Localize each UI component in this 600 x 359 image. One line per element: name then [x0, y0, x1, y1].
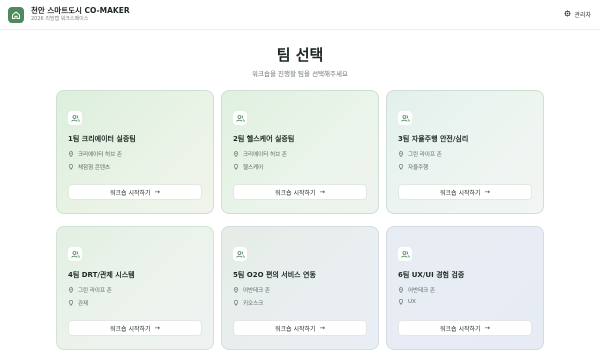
team-card-1[interactable]: 1팀 크리에이터 실증팀 크리에이터 허브 존 체험형 콘텐츠 워크숍 시작하기… [56, 90, 214, 214]
users-icon [233, 111, 247, 125]
map-pin-icon [68, 151, 74, 157]
brand: 천안 스마트도시 CO-MAKER 2026 리빙랩 워크스페이스 [31, 7, 130, 22]
lightbulb-icon [233, 300, 239, 306]
team-title: 1팀 크리에이터 실증팀 [68, 135, 136, 143]
team-topic-label: 관제 [78, 301, 89, 307]
app-header: 천안 스마트도시 CO-MAKER 2026 리빙랩 워크스페이스 관리자 [0, 0, 600, 30]
team-topic: 키오스크 [233, 299, 367, 307]
arrow-right-icon: → [154, 324, 160, 332]
start-workshop-button[interactable]: 워크숍 시작하기 → [398, 320, 532, 336]
team-topic: 헬스케어 [233, 163, 367, 171]
team-title: 3팀 자율주행 안전/심리 [398, 135, 469, 143]
lightbulb-icon [398, 164, 404, 170]
lightbulb-icon [68, 300, 74, 306]
arrow-right-icon: → [484, 324, 490, 332]
team-topic: 자율주행 [398, 163, 532, 171]
users-icon [68, 111, 82, 125]
start-workshop-button[interactable]: 워크숍 시작하기 → [68, 184, 202, 200]
team-topic-label: 키오스크 [243, 301, 264, 307]
arrow-right-icon: → [484, 188, 490, 196]
start-workshop-label: 워크숍 시작하기 [439, 189, 481, 197]
team-topic: UX [398, 299, 532, 305]
team-topic: 체험형 콘텐츠 [68, 163, 202, 171]
users-icon [398, 247, 412, 261]
home-icon [8, 6, 24, 23]
start-workshop-button[interactable]: 워크숍 시작하기 → [398, 184, 532, 200]
start-workshop-button[interactable]: 워크숍 시작하기 → [233, 320, 367, 336]
team-zone-label: 그린 라이프 존 [408, 152, 442, 158]
users-icon [233, 247, 247, 261]
team-zone-label: 그린 라이프 존 [78, 288, 112, 294]
lightbulb-icon [68, 164, 74, 170]
start-workshop-button[interactable]: 워크숍 시작하기 → [233, 184, 367, 200]
map-pin-icon [68, 287, 74, 293]
team-title: 2팀 헬스케어 실증팀 [233, 135, 295, 143]
users-icon [398, 111, 412, 125]
team-zone-label: 크리에이터 허브 존 [243, 152, 287, 158]
team-grid: 1팀 크리에이터 실증팀 크리에이터 허브 존 체험형 콘텐츠 워크숍 시작하기… [56, 90, 544, 350]
map-pin-icon [398, 287, 404, 293]
admin-label: 관리자 [574, 12, 591, 19]
lightbulb-icon [233, 164, 239, 170]
team-card-3[interactable]: 3팀 자율주행 안전/심리 그린 라이프 존 자율주행 워크숍 시작하기 → [386, 90, 544, 214]
team-title: 5팀 O2O 편의 서비스 연동 [233, 271, 316, 279]
team-topic-label: 자율주행 [408, 165, 429, 171]
team-zone: 어반테크 존 [398, 286, 532, 294]
team-zone-label: 크리에이터 허브 존 [78, 152, 122, 158]
team-zone: 크리에이터 허브 존 [68, 150, 202, 158]
app-title: 천안 스마트도시 CO-MAKER [31, 6, 130, 16]
team-topic-label: 헬스케어 [243, 165, 264, 171]
team-card-4[interactable]: 4팀 DRT/관제 시스템 그린 라이프 존 관제 워크숍 시작하기 → [56, 226, 214, 350]
team-card-6[interactable]: 6팀 UX/UI 경험 검증 어반테크 존 UX 워크숍 시작하기 → [386, 226, 544, 350]
arrow-right-icon: → [319, 324, 325, 332]
users-icon [68, 247, 82, 261]
page-title: 팀 선택 [276, 46, 324, 64]
team-zone: 크리에이터 허브 존 [233, 150, 367, 158]
admin-button[interactable]: 관리자 [564, 10, 591, 19]
team-title: 4팀 DRT/관제 시스템 [68, 271, 135, 279]
gear-icon [564, 10, 574, 19]
team-topic-label: 체험형 콘텐츠 [78, 165, 111, 171]
team-zone: 그린 라이프 존 [398, 150, 532, 158]
team-topic: 관제 [68, 299, 202, 307]
arrow-right-icon: → [154, 188, 160, 196]
team-zone: 어반테크 존 [233, 286, 367, 294]
team-card-5[interactable]: 5팀 O2O 편의 서비스 연동 어반테크 존 키오스크 워크숍 시작하기 → [221, 226, 379, 350]
team-topic-label: UX [408, 299, 416, 305]
page-subtitle: 워크숍을 진행할 팀을 선택해주세요 [252, 70, 348, 78]
start-workshop-label: 워크숍 시작하기 [109, 325, 151, 333]
start-workshop-label: 워크숍 시작하기 [274, 325, 316, 333]
team-zone-label: 어반테크 존 [243, 288, 271, 294]
start-workshop-label: 워크숍 시작하기 [109, 189, 151, 197]
team-card-2[interactable]: 2팀 헬스케어 실증팀 크리에이터 허브 존 헬스케어 워크숍 시작하기 → [221, 90, 379, 214]
team-zone: 그린 라이프 존 [68, 286, 202, 294]
start-workshop-label: 워크숍 시작하기 [274, 189, 316, 197]
map-pin-icon [398, 151, 404, 157]
team-title: 6팀 UX/UI 경험 검증 [398, 271, 465, 279]
start-workshop-button[interactable]: 워크숍 시작하기 → [68, 320, 202, 336]
map-pin-icon [233, 287, 239, 293]
start-workshop-label: 워크숍 시작하기 [439, 325, 481, 333]
arrow-right-icon: → [319, 188, 325, 196]
lightbulb-icon [398, 299, 404, 305]
app-subtitle: 2026 리빙랩 워크스페이스 [31, 15, 89, 22]
team-zone-label: 어반테크 존 [408, 288, 436, 294]
map-pin-icon [233, 151, 239, 157]
